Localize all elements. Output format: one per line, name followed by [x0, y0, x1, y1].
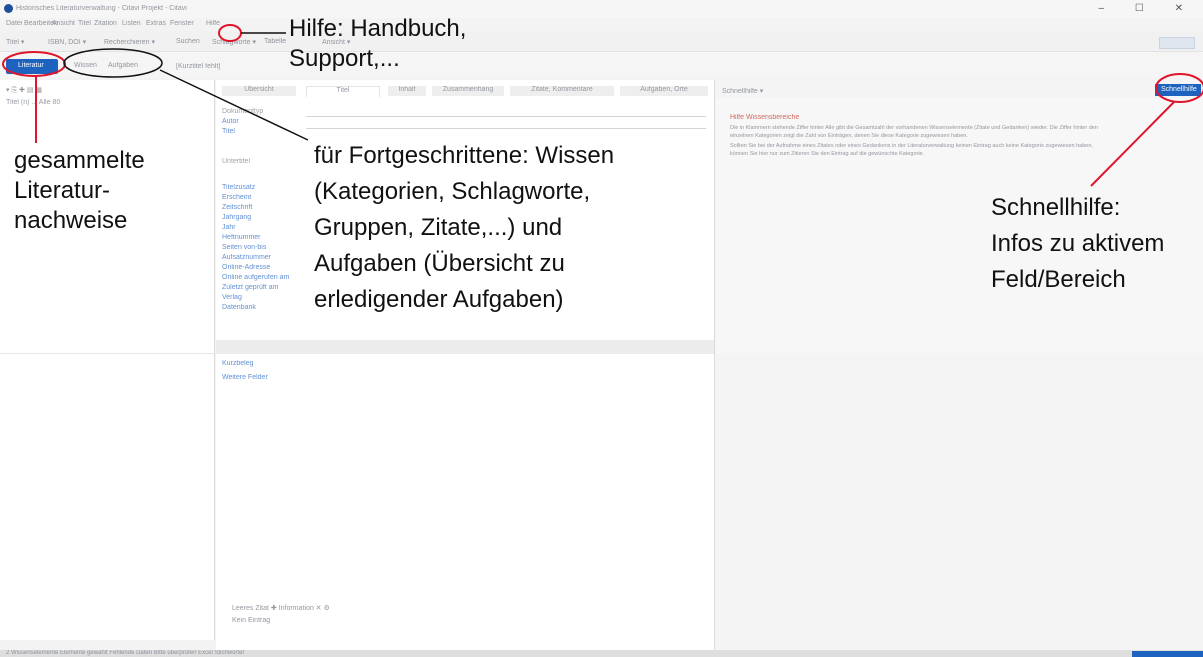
- help-annotation-line: Hilfe: Handbuch,: [289, 15, 467, 42]
- quick-help-annotation-line: Infos zu aktivem: [991, 230, 1165, 257]
- annotation-lines: [2, 24, 1203, 187]
- quick-help-annotation-line: Feld/Bereich: [991, 266, 1126, 293]
- help-annotation: Hilfe: Handbuch, Support,...: [289, 14, 466, 74]
- advanced-annotation-line: für Fortgeschrittene: Wissen: [314, 142, 615, 169]
- advanced-annotation-line: erledigender Aufgaben): [314, 286, 564, 313]
- quick-help-annotation-line: Schnellhilfe:: [991, 194, 1121, 221]
- advanced-annotation-line: (Kategorien, Schlagworte,: [314, 178, 591, 205]
- help-menu-ring: [218, 24, 242, 42]
- help-annotation-line: Support,...: [289, 45, 400, 72]
- advanced-annotation-line: Aufgaben (Übersicht zu: [314, 250, 565, 277]
- literature-annotation-line: Literatur-: [14, 177, 111, 204]
- literature-annotation: gesammelte Literatur- nachweise: [14, 146, 145, 236]
- advanced-annotation: für Fortgeschrittene: Wissen (Kategorien…: [314, 138, 614, 318]
- quick-help-annotation: Schnellhilfe: Infos zu aktivem Feld/Bere…: [991, 190, 1164, 298]
- quick-help-ring: [1155, 73, 1203, 103]
- literature-ring: [2, 51, 66, 77]
- advanced-ring: [63, 48, 163, 78]
- advanced-annotation-line: Gruppen, Zitate,...) und: [314, 214, 563, 241]
- advanced-pointer-line: [159, 69, 309, 141]
- literature-annotation-line: gesammelte: [14, 147, 145, 174]
- literature-annotation-line: nachweise: [14, 207, 128, 234]
- quick-help-pointer-line: [1090, 101, 1175, 187]
